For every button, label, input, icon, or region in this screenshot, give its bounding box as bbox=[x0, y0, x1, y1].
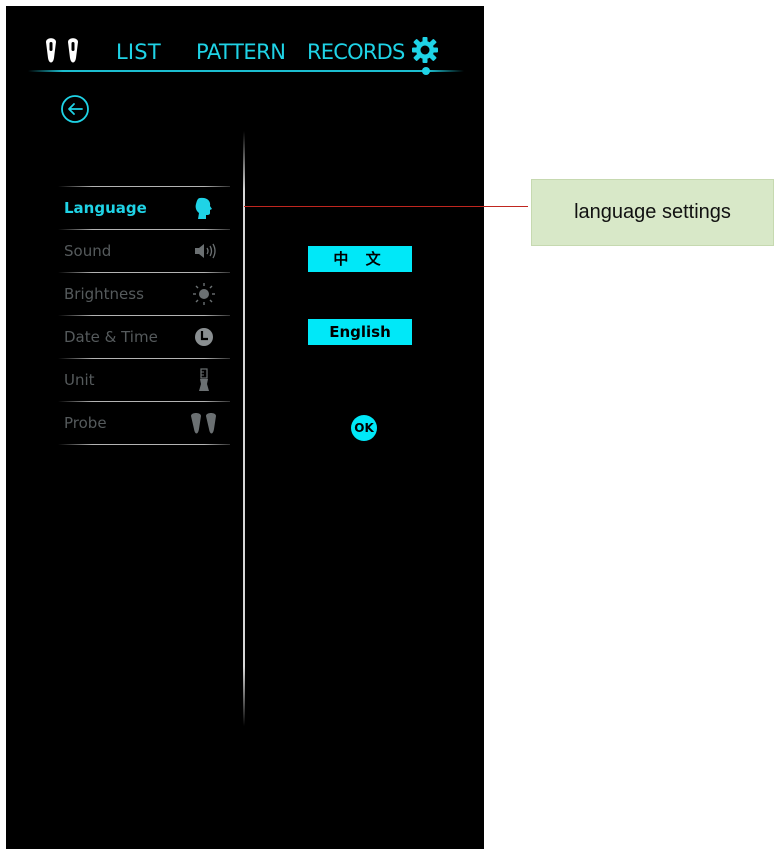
menu-item-label: Language bbox=[64, 199, 147, 217]
ok-button[interactable]: OK bbox=[351, 415, 377, 441]
clock-icon bbox=[195, 328, 213, 346]
menu-item-brightness[interactable]: Brightness bbox=[58, 273, 234, 315]
probe-pair-icon[interactable] bbox=[42, 36, 94, 66]
active-tab-indicator bbox=[422, 67, 430, 75]
menu-divider bbox=[58, 444, 230, 445]
menu-item-unit[interactable]: Unit bbox=[58, 359, 234, 401]
menu-item-label: Unit bbox=[64, 371, 95, 389]
menu-item-language[interactable]: Language bbox=[58, 187, 234, 229]
tab-list[interactable]: LIST bbox=[116, 40, 161, 64]
menu-item-label: Brightness bbox=[64, 285, 144, 303]
nav-underline bbox=[28, 70, 464, 72]
tab-pattern[interactable]: PATTERN bbox=[196, 40, 286, 64]
ruler-icon bbox=[199, 368, 209, 391]
callout-label: language settings bbox=[531, 179, 774, 246]
back-arrow-icon[interactable] bbox=[60, 94, 90, 124]
probe-pair-icon bbox=[191, 413, 216, 434]
callout-text: language settings bbox=[574, 201, 731, 223]
head-profile-icon bbox=[195, 197, 212, 219]
menu-item-sound[interactable]: Sound bbox=[58, 230, 234, 272]
tab-records[interactable]: RECORDS bbox=[307, 40, 405, 64]
language-option-chinese[interactable]: 中 文 bbox=[308, 246, 412, 272]
menu-item-label: Sound bbox=[64, 242, 112, 260]
menu-item-date-time[interactable]: Date & Time bbox=[58, 316, 234, 358]
language-option-english[interactable]: English bbox=[308, 319, 412, 345]
settings-menu: Language Sound Brightness Date & Time Un… bbox=[58, 186, 234, 445]
menu-item-label: Probe bbox=[64, 414, 107, 432]
device-screen: LIST PATTERN RECORDS Language Sound Brig… bbox=[6, 6, 484, 849]
vertical-divider bbox=[243, 131, 245, 726]
callout-line bbox=[244, 206, 528, 207]
gear-icon[interactable] bbox=[411, 36, 439, 64]
menu-item-label: Date & Time bbox=[64, 328, 158, 346]
sun-icon bbox=[193, 283, 215, 305]
menu-item-probe[interactable]: Probe bbox=[58, 402, 234, 444]
speaker-icon bbox=[195, 243, 216, 259]
